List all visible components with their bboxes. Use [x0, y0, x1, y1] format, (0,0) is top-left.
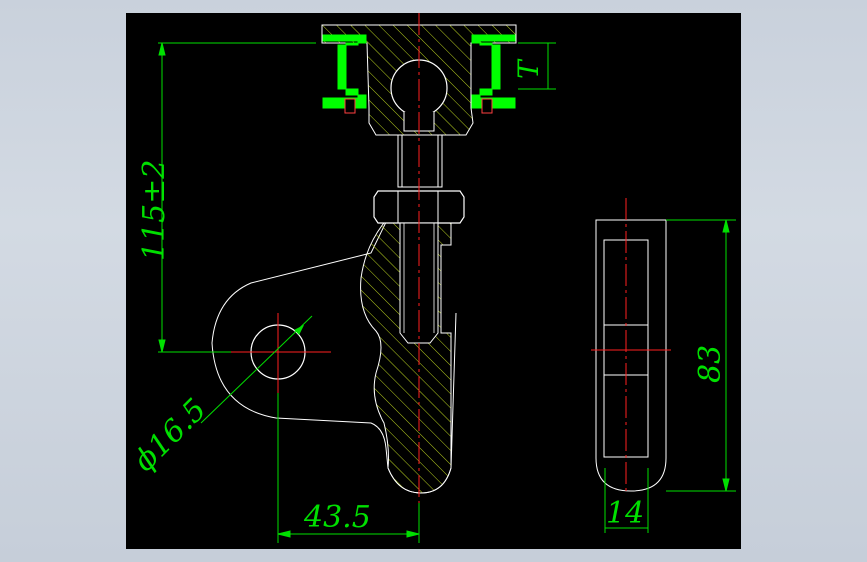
cad-viewport[interactable]: 115±2 T ϕ16.5 43.5 83 14	[126, 13, 741, 549]
set-screw-right	[481, 98, 493, 114]
technical-drawing: 115±2 T ϕ16.5 43.5 83 14	[127, 13, 736, 543]
dim-diameter-text: ϕ16.5	[127, 392, 213, 478]
threaded-rod	[397, 134, 443, 188]
dim-height-text: 115±2	[137, 160, 172, 261]
dim-thickness-text: T	[512, 58, 545, 79]
set-screw-left	[344, 98, 356, 114]
channel-left	[322, 34, 367, 109]
front-view	[211, 13, 517, 543]
dim-side-width-text: 14	[606, 496, 644, 531]
side-outline	[595, 219, 667, 492]
dim-offset-text: 43.5	[303, 500, 371, 535]
dim-side-height-text: 83	[693, 345, 728, 383]
channel-right	[471, 34, 516, 109]
side-view	[591, 198, 671, 493]
